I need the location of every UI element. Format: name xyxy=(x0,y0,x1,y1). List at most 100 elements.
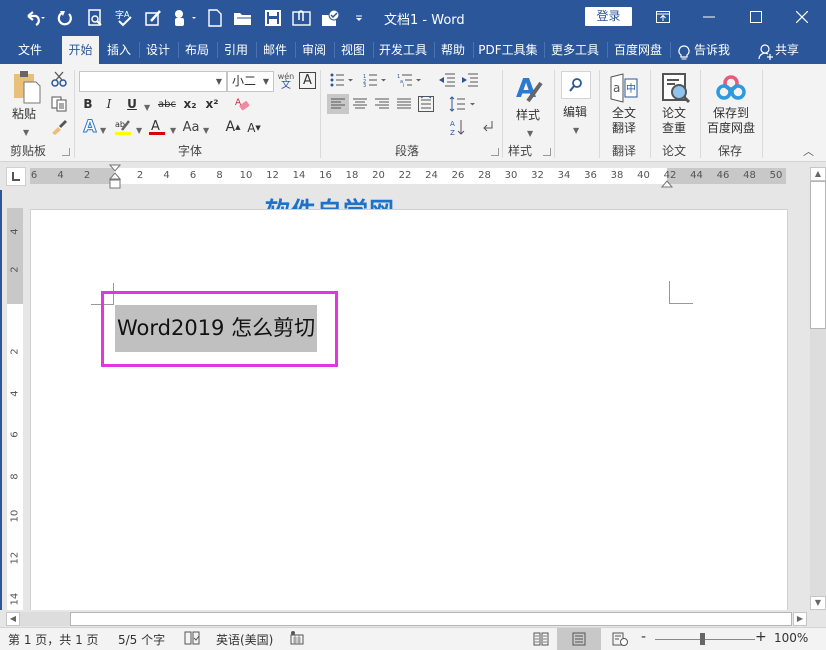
cut-icon[interactable] xyxy=(50,70,68,88)
horizontal-scrollbar-thumb[interactable] xyxy=(70,612,792,626)
scroll-down-button[interactable]: ▼ xyxy=(810,596,826,610)
clipboard-launcher-icon[interactable] xyxy=(62,148,70,156)
new-document-icon[interactable] xyxy=(205,6,225,30)
underline-button[interactable]: U xyxy=(124,95,140,113)
print-preview-icon[interactable] xyxy=(84,6,106,30)
decrease-indent-icon[interactable] xyxy=(437,71,457,89)
scroll-right-button[interactable]: ▶ xyxy=(793,612,807,626)
baidu-netdisk-icon[interactable] xyxy=(715,74,747,102)
styles-icon[interactable]: A xyxy=(512,72,546,106)
underline-dropdown-icon[interactable]: ▼ xyxy=(144,100,150,115)
translate-label[interactable]: 全文 翻译 xyxy=(612,106,636,136)
attachment-icon[interactable] xyxy=(290,6,314,30)
tab-references[interactable]: 引用 xyxy=(218,36,254,64)
document-page[interactable] xyxy=(30,209,788,611)
maximize-button[interactable] xyxy=(736,4,776,30)
undo-icon[interactable] xyxy=(20,6,50,30)
font-size-combobox[interactable]: 小二 ▼ xyxy=(227,71,274,92)
justify-button[interactable] xyxy=(394,94,414,114)
translate-icon[interactable]: a中 xyxy=(608,72,640,104)
font-color-dropdown-icon[interactable]: ▼ xyxy=(170,123,176,138)
editing-dropdown-icon[interactable]: ▼ xyxy=(573,123,579,138)
paper-check-icon[interactable] xyxy=(660,71,692,105)
scroll-left-button[interactable]: ◀ xyxy=(6,612,20,626)
tab-design[interactable]: 设计 xyxy=(140,36,176,64)
zoom-level[interactable]: 100% xyxy=(774,631,808,645)
align-right-button[interactable] xyxy=(372,94,392,114)
tab-home[interactable]: 开始 xyxy=(62,36,99,64)
tell-me-button[interactable]: 告诉我 xyxy=(674,36,736,64)
styles-dropdown-icon[interactable]: ▼ xyxy=(527,126,533,141)
paste-dropdown-icon[interactable]: ▼ xyxy=(23,125,29,140)
tab-view[interactable]: 视图 xyxy=(335,36,371,64)
editing-label[interactable]: 编辑 xyxy=(563,105,587,120)
zoom-in-button[interactable]: + xyxy=(755,629,767,645)
save-icon[interactable] xyxy=(262,6,284,30)
tab-insert[interactable]: 插入 xyxy=(101,36,137,64)
web-layout-button[interactable] xyxy=(598,628,642,650)
subscript-button[interactable]: x₂ xyxy=(180,95,200,113)
print-layout-button[interactable] xyxy=(557,628,601,650)
font-name-combobox[interactable]: ▼ xyxy=(79,71,227,92)
highlight-dropdown-icon[interactable]: ▼ xyxy=(136,123,142,138)
tab-developer[interactable]: 开发工具 xyxy=(374,36,432,64)
paragraph-launcher-icon[interactable] xyxy=(491,148,499,156)
find-icon[interactable] xyxy=(561,71,591,99)
line-spacing-icon[interactable] xyxy=(448,94,478,114)
paper-check-label[interactable]: 论文 查重 xyxy=(662,106,686,136)
font-color-icon[interactable]: A xyxy=(147,117,167,137)
align-center-button[interactable] xyxy=(350,94,370,114)
tab-selector[interactable] xyxy=(6,167,26,186)
zoom-slider-track[interactable] xyxy=(655,639,755,640)
spelling-icon[interactable]: 字A xyxy=(113,6,135,30)
multilevel-list-icon[interactable]: 1ai xyxy=(396,71,424,89)
horizontal-scrollbar-track[interactable] xyxy=(20,612,70,626)
word-count[interactable]: 5/5 个字 xyxy=(118,631,165,648)
italic-button[interactable]: I xyxy=(101,95,117,113)
customize-qat-icon[interactable] xyxy=(352,6,366,30)
character-border-button[interactable]: A xyxy=(299,72,316,89)
language-indicator[interactable]: 英语(美国) xyxy=(216,631,273,648)
page-count[interactable]: 第 1 页，共 1 页 xyxy=(8,631,99,648)
tab-more-tools[interactable]: 更多工具 xyxy=(545,36,605,64)
tab-help[interactable]: 帮助 xyxy=(435,36,471,64)
distributed-icon[interactable] xyxy=(416,94,436,114)
save-to-baidu-label[interactable]: 保存到 百度网盘 xyxy=(707,106,755,136)
tab-baidu-netdisk[interactable]: 百度网盘 xyxy=(608,36,668,64)
grow-font-icon[interactable]: A ▲ xyxy=(224,117,242,137)
numbering-icon[interactable]: 123 xyxy=(362,71,388,89)
strikethrough-button[interactable]: abc xyxy=(156,95,178,113)
right-indent-marker[interactable] xyxy=(660,174,674,193)
change-case-dropdown-icon[interactable]: ▼ xyxy=(203,123,209,138)
superscript-button[interactable]: x² xyxy=(202,95,222,113)
edit-icon[interactable] xyxy=(143,6,165,30)
open-folder-icon[interactable] xyxy=(232,6,254,30)
check-icon[interactable] xyxy=(319,6,343,30)
vertical-ruler[interactable]: 4 2 2 4 6 8 10 12 14 xyxy=(7,208,23,610)
scroll-up-button[interactable]: ▲ xyxy=(810,167,826,181)
tab-review[interactable]: 审阅 xyxy=(296,36,332,64)
bullets-icon[interactable] xyxy=(329,71,355,89)
clear-formatting-icon[interactable]: A xyxy=(232,95,252,113)
show-marks-icon[interactable] xyxy=(479,117,497,137)
tab-mailings[interactable]: 邮件 xyxy=(257,36,293,64)
increase-indent-icon[interactable] xyxy=(460,71,480,89)
text-effects-icon[interactable]: A xyxy=(80,117,100,138)
login-button[interactable]: 登录 xyxy=(585,7,632,26)
highlight-color-icon[interactable]: ab xyxy=(112,117,134,137)
collapse-ribbon-icon[interactable]: ︿ xyxy=(803,144,814,159)
copy-icon[interactable] xyxy=(50,95,68,113)
sort-icon[interactable]: AZ xyxy=(447,117,469,137)
redo-icon[interactable] xyxy=(54,6,76,30)
align-left-button[interactable] xyxy=(327,94,349,114)
zoom-out-button[interactable]: - xyxy=(641,629,646,645)
phonetic-guide-button[interactable]: wén 文 xyxy=(276,70,296,92)
change-case-button[interactable]: Aa xyxy=(180,117,202,137)
tab-layout[interactable]: 布局 xyxy=(179,36,215,64)
zoom-slider-thumb[interactable] xyxy=(700,633,705,645)
tab-file[interactable]: 文件 xyxy=(8,36,52,64)
paste-button[interactable] xyxy=(10,70,44,106)
macro-icon[interactable] xyxy=(290,631,304,648)
vertical-scrollbar-thumb[interactable] xyxy=(810,181,826,329)
format-painter-icon[interactable] xyxy=(50,118,68,136)
